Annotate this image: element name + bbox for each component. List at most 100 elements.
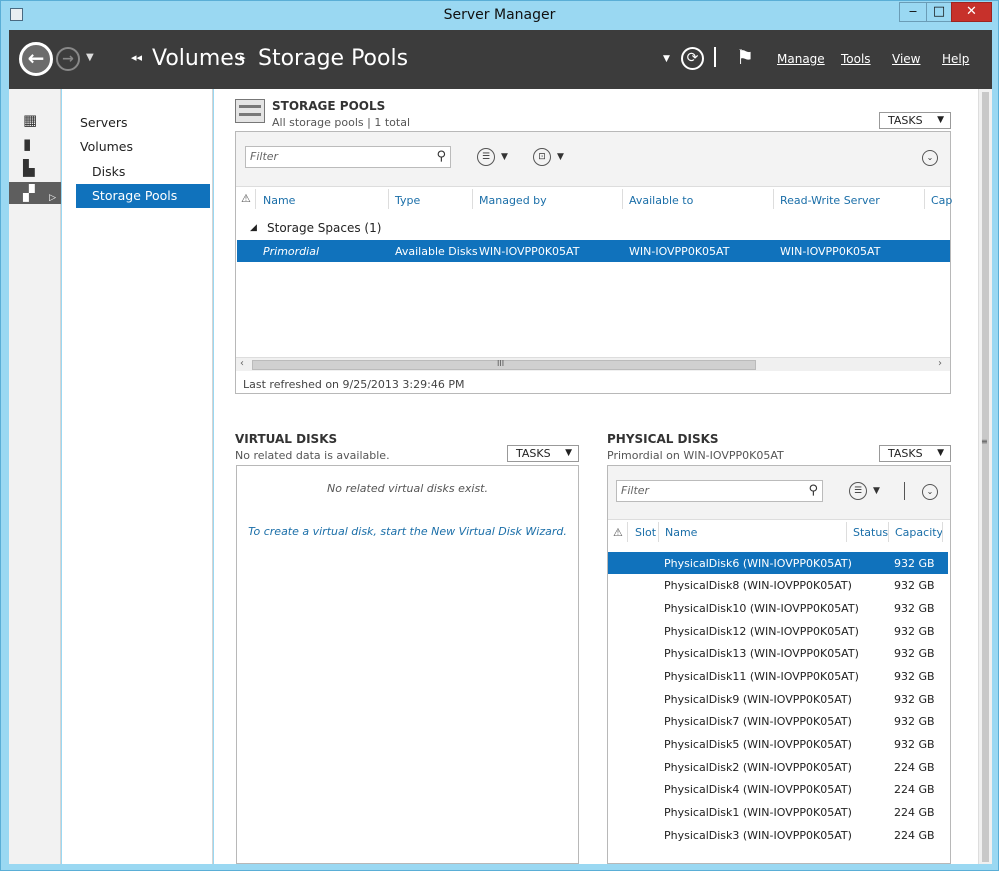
minimize-button[interactable]: ‒ [899,2,927,22]
cell-managed-by: WIN-IOVPP0K05AT [479,245,580,258]
forward-button[interactable]: → [56,47,80,71]
cell-name: Primordial [263,245,320,258]
nav-item-volumes[interactable]: Volumes [80,135,133,159]
scroll-left-icon[interactable]: ‹ [240,358,244,369]
column-separator [622,189,623,209]
all-servers-icon[interactable]: ▙ [9,157,61,179]
physical-disks-title: PHYSICAL DISKS [607,432,719,446]
physical-disks-filter-input[interactable]: Filter ⚲ [616,480,823,502]
no-virtual-disks-message: No related virtual disks exist. [326,482,488,495]
column-header-read-write-server[interactable]: Read-Write Server [780,194,880,207]
cell-capacity: 932 GB [894,557,935,570]
history-dropdown-icon[interactable]: ▼ [86,52,94,63]
table-row[interactable]: PhysicalDisk8 (WIN-IOVPP0K05AT) 932 GB [608,574,948,596]
column-header-name[interactable]: Name [263,194,295,207]
cell-name: PhysicalDisk4 (WIN-IOVPP0K05AT) [664,783,852,796]
virtual-disks-panel: No related virtual disks exist. To creat… [236,465,579,864]
header-bar: ← → ▼ ◂◂ Volumes ▸ Storage Pools ▼ ⟳ ⚑ M… [9,30,992,89]
local-server-icon[interactable]: ▮ [9,133,61,155]
search-icon[interactable]: ⚲ [808,481,818,501]
menu-tools[interactable]: Tools [841,52,871,66]
chevron-down-icon[interactable]: ▼ [557,152,564,162]
back-button[interactable]: ← [19,42,53,76]
dashboard-icon[interactable]: ▦ [9,109,61,131]
maximize-button[interactable]: □ [926,2,952,22]
group-header-storage-spaces[interactable]: Storage Spaces (1) [267,221,381,235]
cell-type: Available Disks [395,245,478,258]
column-separator [472,189,473,209]
expand-panel-icon[interactable]: ⌄ [922,484,938,500]
expand-panel-icon[interactable]: ⌄ [922,150,938,166]
scroll-right-icon[interactable]: › [938,358,942,369]
table-row-primordial[interactable]: Primordial Available Disks WIN-IOVPP0K05… [237,240,950,262]
warning-column-icon[interactable]: ⚠ [241,192,251,205]
table-row[interactable]: PhysicalDisk1 (WIN-IOVPP0K05AT) 224 GB [608,801,948,823]
table-row[interactable]: PhysicalDisk12 (WIN-IOVPP0K05AT) 932 GB [608,620,948,642]
column-header-managed-by[interactable]: Managed by [479,194,547,207]
physical-disks-subtitle: Primordial on WIN-IOVPP0K05AT [607,449,784,462]
column-separator [255,189,256,209]
virtual-disks-tasks-button[interactable]: TASKS ▼ [507,445,579,462]
refresh-icon[interactable]: ⟳ [681,47,704,70]
title-bar[interactable]: Server Manager ‒ □ ✕ [1,1,998,30]
nav-item-servers[interactable]: Servers [80,111,128,135]
table-row[interactable]: PhysicalDisk7 (WIN-IOVPP0K05AT) 932 GB [608,710,948,732]
scrollbar-thumb[interactable]: III [252,359,756,370]
table-row[interactable]: PhysicalDisk6 (WIN-IOVPP0K05AT) 932 GB [608,552,948,574]
storage-pools-tasks-button[interactable]: TASKS ▼ [879,112,951,129]
physical-disks-tasks-button[interactable]: TASKS ▼ [879,445,951,462]
storage-pools-filter-input[interactable]: Filter ⚲ [245,146,451,168]
group-collapse-icon[interactable]: ◢ [250,223,257,233]
column-header-name[interactable]: Name [665,526,697,539]
virtual-disks-title: VIRTUAL DISKS [235,432,338,446]
list-options-icon[interactable]: ☰ [849,482,867,500]
table-row[interactable]: PhysicalDisk9 (WIN-IOVPP0K05AT) 932 GB [608,688,948,710]
cell-capacity: 932 GB [894,579,935,592]
menu-view[interactable]: View [892,52,920,66]
nav-item-storage-pools[interactable]: Storage Pools [76,184,210,208]
new-virtual-disk-wizard-link[interactable]: To create a virtual disk, start the New … [237,525,578,538]
tasks-label: TASKS [888,447,923,460]
chevron-down-icon[interactable]: ▼ [873,486,880,496]
save-query-icon[interactable]: ⊡ [533,148,551,166]
physical-disks-panel: Filter ⚲ ☰ ▼ ⌄ ⚠ Slot Name Status Capacit… [607,465,951,864]
table-row[interactable]: PhysicalDisk13 (WIN-IOVPP0K05AT) 932 GB [608,642,948,664]
column-separator [388,189,389,209]
window-title: Server Manager [443,7,556,23]
column-header-slot[interactable]: Slot [635,526,656,539]
breadcrumb-volumes[interactable]: Volumes [152,46,245,71]
table-row[interactable]: PhysicalDisk2 (WIN-IOVPP0K05AT) 224 GB [608,756,948,778]
nav-item-disks[interactable]: Disks [92,160,125,184]
column-header-type[interactable]: Type [395,194,420,207]
table-row[interactable]: PhysicalDisk5 (WIN-IOVPP0K05AT) 932 GB [608,733,948,755]
list-options-icon[interactable]: ☰ [477,148,495,166]
notifications-dropdown-icon[interactable]: ▼ [663,54,670,64]
close-button[interactable]: ✕ [951,2,992,22]
scrollbar-thumb[interactable] [982,92,989,862]
column-header-available-to[interactable]: Available to [629,194,693,207]
table-row[interactable]: PhysicalDisk3 (WIN-IOVPP0K05AT) 224 GB [608,824,948,846]
notifications-flag-icon[interactable]: ⚑ [736,45,754,69]
menu-help[interactable]: Help [942,52,969,66]
cell-read-write-server: WIN-IOVPP0K05AT [780,245,881,258]
table-row[interactable]: PhysicalDisk11 (WIN-IOVPP0K05AT) 932 GB [608,665,948,687]
storage-pools-panel: Filter ⚲ ☰ ▼ ⊡ ▼ ⌄ ⚠ Name Type Managed by… [235,131,952,394]
column-header-capacity[interactable]: Capacity [895,526,943,539]
save-query-icon[interactable] [904,482,912,500]
chevron-down-icon: ▼ [565,448,572,458]
file-storage-icon[interactable]: ▞ ▷ [9,182,61,204]
vertical-scrollbar[interactable]: ≡ [978,89,992,864]
storage-pools-subtitle: All storage pools | 1 total [272,116,410,129]
breadcrumb-storage-pools: Storage Pools [258,46,409,71]
warning-column-icon[interactable]: ⚠ [613,526,623,539]
table-row[interactable]: PhysicalDisk10 (WIN-IOVPP0K05AT) 932 GB [608,597,948,619]
breadcrumb-back-arrows-icon[interactable]: ◂◂ [131,51,142,64]
chevron-down-icon[interactable]: ▼ [501,152,508,162]
menu-manage[interactable]: Manage [777,52,825,66]
navigation-pane: Servers Volumes Disks Storage Pools [62,89,213,864]
search-icon[interactable]: ⚲ [436,147,446,167]
horizontal-scrollbar[interactable]: ‹ III › [236,357,950,371]
table-row[interactable]: PhysicalDisk4 (WIN-IOVPP0K05AT) 224 GB [608,778,948,800]
column-header-capacity[interactable]: Cap [931,194,952,207]
column-header-status[interactable]: Status [853,526,888,539]
